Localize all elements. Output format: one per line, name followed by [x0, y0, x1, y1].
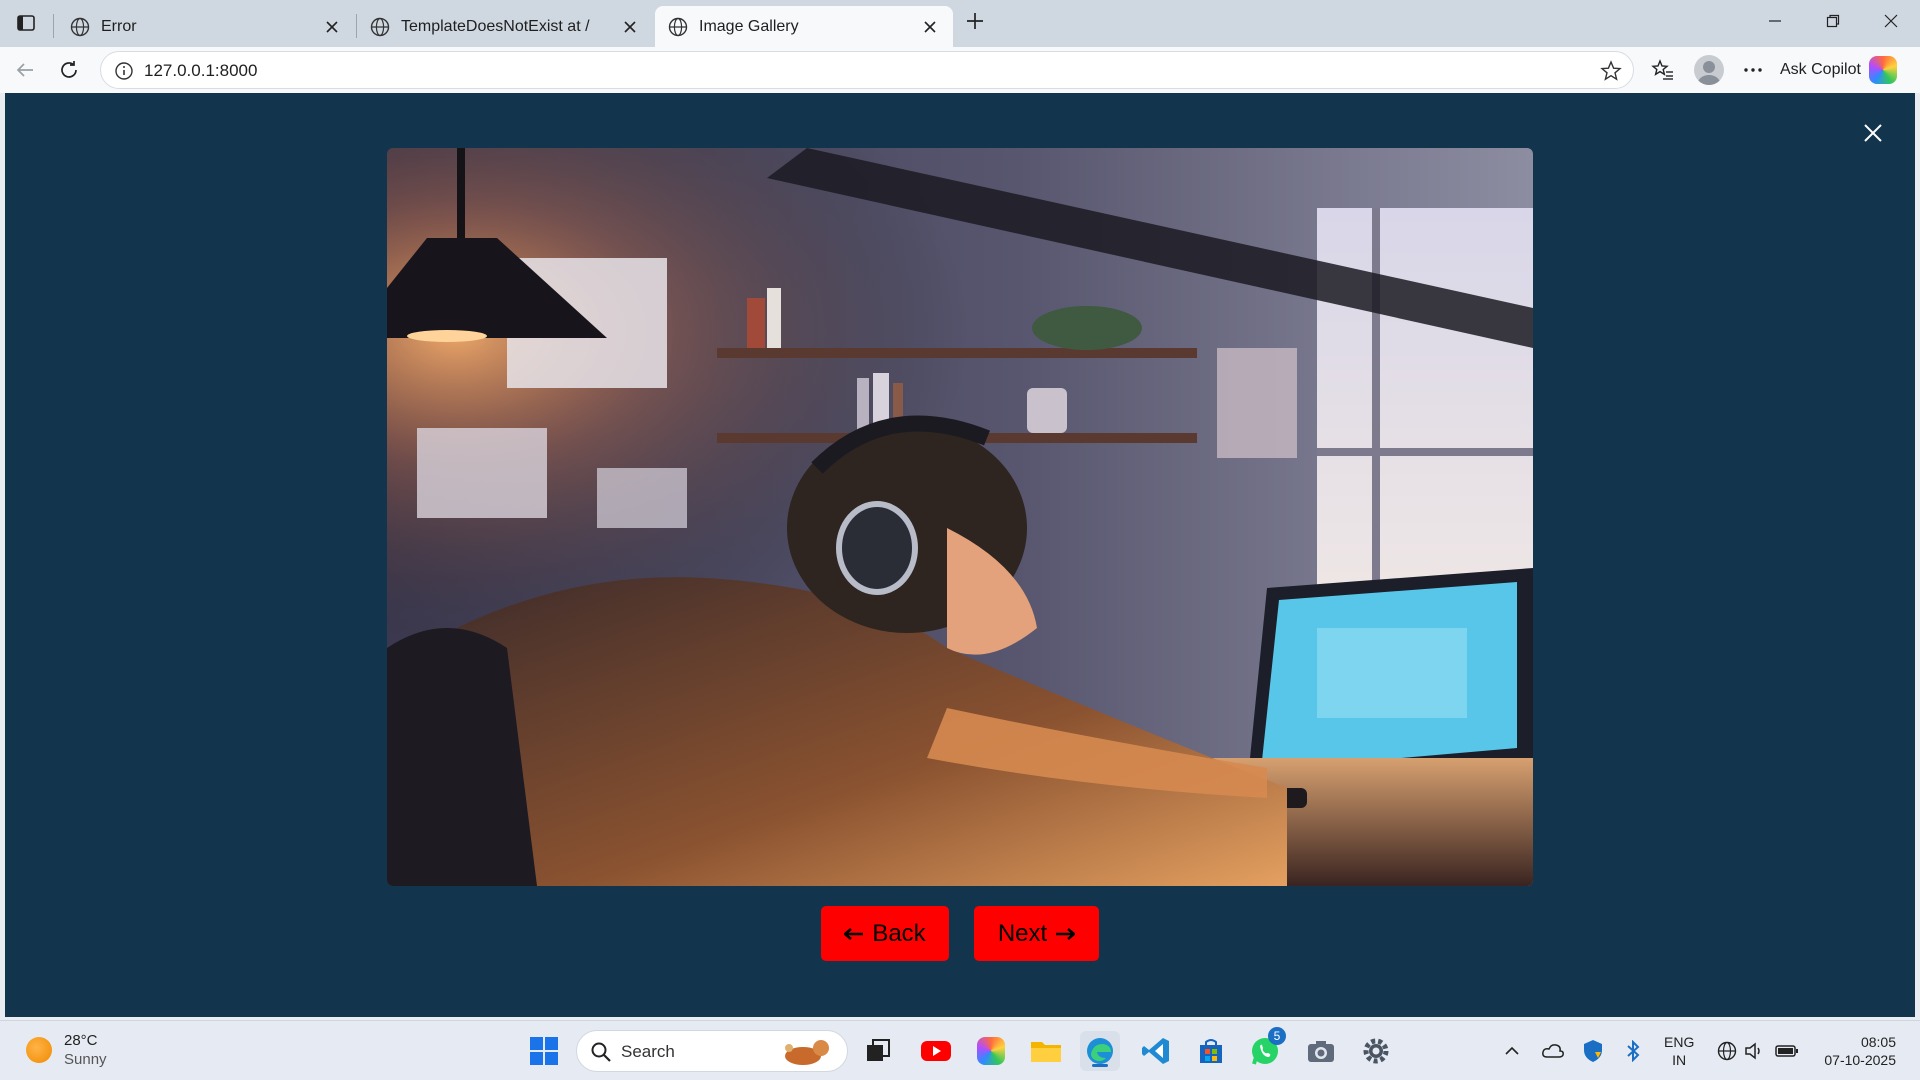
- gallery-image: [387, 148, 1533, 886]
- window-close-icon[interactable]: [1863, 4, 1919, 38]
- settings-gear-icon[interactable]: [1356, 1031, 1396, 1071]
- back-button[interactable]: Back: [821, 906, 949, 961]
- close-icon[interactable]: [1858, 118, 1888, 148]
- browser-toolbar: 127.0.0.1:8000 Ask Copilot: [0, 47, 1920, 93]
- windows-start-icon[interactable]: [524, 1031, 564, 1071]
- onedrive-cloud-icon[interactable]: [1540, 1038, 1566, 1064]
- microsoft-store-icon[interactable]: [1191, 1031, 1231, 1071]
- info-icon[interactable]: [113, 60, 135, 82]
- copilot-app-icon[interactable]: [971, 1031, 1011, 1071]
- tab-title: Error: [101, 17, 137, 35]
- copilot-label: Ask Copilot: [1780, 61, 1861, 78]
- globe-icon: [370, 17, 390, 36]
- back-button-label: Back: [872, 919, 926, 947]
- security-shield-icon[interactable]: [1580, 1038, 1606, 1064]
- whatsapp-icon[interactable]: 5: [1246, 1027, 1286, 1071]
- restore-icon[interactable]: [1805, 4, 1861, 38]
- ask-copilot-button[interactable]: Ask Copilot: [1780, 54, 1897, 86]
- refresh-icon[interactable]: [52, 53, 86, 87]
- taskbar-search[interactable]: Search: [576, 1030, 848, 1072]
- language-region: IN: [1672, 1052, 1687, 1068]
- clock-date: 07-10-2025: [1824, 1052, 1896, 1068]
- sun-icon: [26, 1037, 52, 1063]
- tab-title: TemplateDoesNotExist at /: [401, 17, 590, 35]
- back-arrow-icon[interactable]: [8, 53, 42, 87]
- clock-time: 08:05: [1860, 1034, 1896, 1050]
- url-text[interactable]: 127.0.0.1:8000: [144, 61, 257, 81]
- network-globe-icon[interactable]: [1714, 1038, 1740, 1064]
- favorites-icon[interactable]: [1646, 53, 1680, 87]
- globe-icon: [668, 17, 688, 36]
- active-app-indicator: [1092, 1064, 1108, 1067]
- globe-icon: [70, 17, 90, 36]
- next-button-label: Next: [997, 919, 1048, 947]
- favorite-star-icon[interactable]: [1599, 59, 1623, 83]
- system-clock[interactable]: 08:05 07-10-2025: [1812, 1033, 1896, 1069]
- more-options-icon[interactable]: [1736, 53, 1770, 87]
- new-tab-icon[interactable]: [960, 6, 990, 36]
- minimize-icon[interactable]: [1747, 4, 1803, 38]
- next-button[interactable]: Next: [974, 906, 1099, 961]
- copilot-icon: [1868, 56, 1897, 84]
- close-icon[interactable]: [919, 16, 941, 38]
- tab-separator: [53, 14, 54, 38]
- sidebar-toggle-icon[interactable]: [12, 9, 40, 37]
- arrow-left-icon: [844, 927, 864, 940]
- bluetooth-icon[interactable]: [1620, 1038, 1646, 1064]
- vscode-icon[interactable]: [1136, 1031, 1176, 1071]
- chevron-up-icon[interactable]: [1499, 1038, 1525, 1064]
- tab-error[interactable]: Error: [57, 6, 355, 47]
- search-icon: [591, 1042, 611, 1062]
- task-view-icon[interactable]: [858, 1031, 898, 1071]
- language-code: ENG: [1664, 1034, 1695, 1050]
- taskbar: 28°C Sunny Search 5 ENG IN 08:05 07-10-2…: [0, 1020, 1920, 1080]
- edge-browser-icon[interactable]: [1080, 1031, 1120, 1071]
- tab-template-error[interactable]: TemplateDoesNotExist at /: [357, 6, 653, 47]
- language-indicator[interactable]: ENG IN: [1664, 1033, 1694, 1069]
- camera-icon[interactable]: [1301, 1031, 1341, 1071]
- weather-temperature: 28°C: [64, 1032, 98, 1049]
- search-placeholder: Search: [621, 1042, 675, 1061]
- tab-image-gallery[interactable]: Image Gallery: [655, 6, 953, 47]
- notification-badge: 5: [1268, 1027, 1286, 1045]
- arrow-right-icon: [1056, 927, 1076, 940]
- address-bar[interactable]: 127.0.0.1:8000: [100, 51, 1634, 89]
- tab-title: Image Gallery: [699, 17, 799, 35]
- file-explorer-icon[interactable]: [1026, 1031, 1066, 1071]
- close-icon[interactable]: [619, 16, 641, 38]
- search-highlight-icon: [785, 1040, 829, 1065]
- weather-widget[interactable]: 28°C Sunny: [26, 1031, 107, 1069]
- weather-condition: Sunny: [64, 1051, 107, 1068]
- youtube-icon[interactable]: [916, 1031, 956, 1071]
- profile-avatar[interactable]: [1694, 55, 1724, 85]
- close-icon[interactable]: [321, 16, 343, 38]
- battery-icon[interactable]: [1774, 1038, 1800, 1064]
- volume-icon[interactable]: [1742, 1038, 1768, 1064]
- tab-strip: Error TemplateDoesNotExist at / Image Ga…: [0, 0, 1920, 47]
